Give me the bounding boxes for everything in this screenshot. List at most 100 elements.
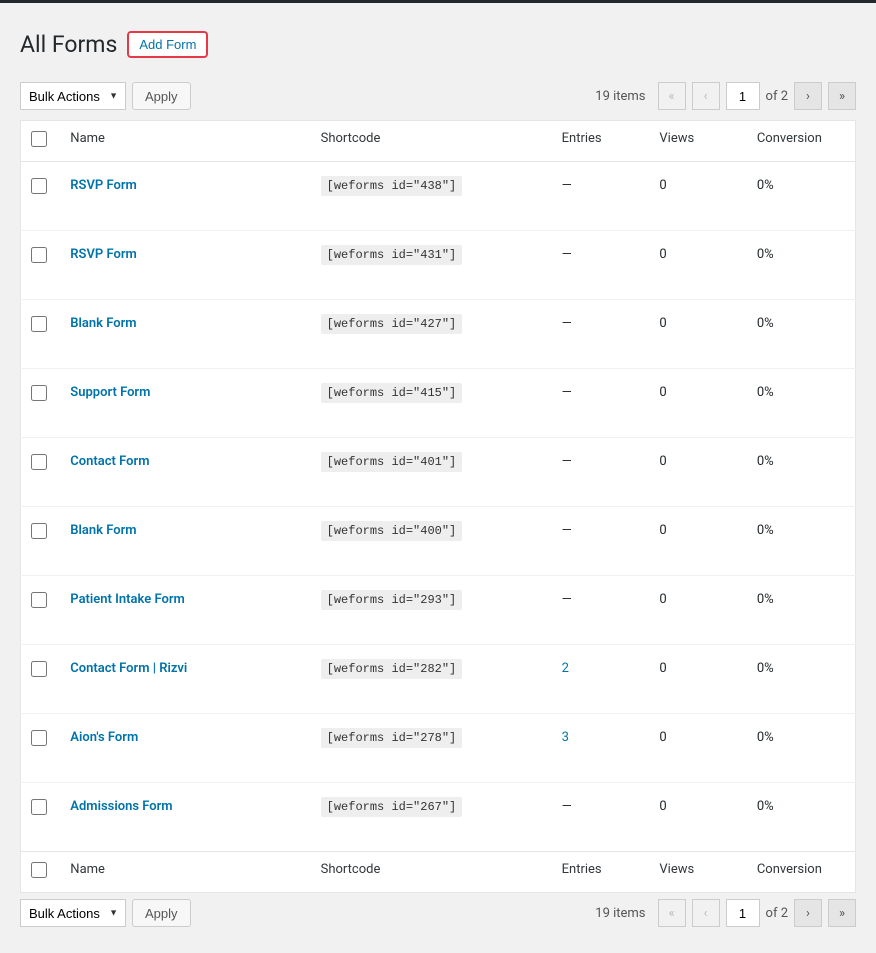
table-row: Blank Form [weforms id="400"] — 0 0% [21, 507, 856, 576]
conversion-value: 0% [757, 178, 774, 193]
form-shortcode[interactable]: [weforms id="427"] [321, 314, 463, 334]
conversion-value: 0% [757, 454, 774, 469]
row-checkbox[interactable] [31, 385, 47, 401]
col-footer-entries: Entries [552, 852, 650, 893]
pagination-prev: ‹ [692, 82, 720, 110]
row-checkbox[interactable] [31, 799, 47, 815]
pagination-of-text-bottom: of 2 [766, 906, 788, 921]
row-checkbox[interactable] [31, 730, 47, 746]
conversion-value: 0% [757, 799, 774, 814]
entries-value: — [562, 454, 572, 469]
form-shortcode[interactable]: [weforms id="438"] [321, 176, 463, 196]
entries-value: — [562, 316, 572, 331]
pagination-last[interactable]: » [828, 82, 856, 110]
views-value: 0 [659, 316, 666, 331]
form-shortcode[interactable]: [weforms id="267"] [321, 797, 463, 817]
col-header-entries: Entries [552, 121, 650, 162]
form-name-link[interactable]: Support Form [70, 385, 150, 400]
views-value: 0 [659, 454, 666, 469]
form-name-link[interactable]: RSVP Form [70, 247, 137, 262]
select-all-bottom[interactable] [31, 862, 47, 878]
form-shortcode[interactable]: [weforms id="278"] [321, 728, 463, 748]
form-name-link[interactable]: Blank Form [70, 316, 136, 331]
views-value: 0 [659, 661, 666, 676]
table-row: Contact Form | Rizvi [weforms id="282"] … [21, 645, 856, 714]
pagination-prev-bottom: ‹ [692, 899, 720, 927]
form-name-link[interactable]: Contact Form | Rizvi [70, 661, 187, 676]
pagination-of-text: of 2 [766, 89, 788, 104]
form-name-link[interactable]: Blank Form [70, 523, 136, 538]
col-header-views: Views [649, 121, 746, 162]
page-title: All Forms [20, 31, 117, 58]
entries-value: — [562, 799, 572, 814]
pagination-next-bottom[interactable]: › [794, 899, 822, 927]
entries-link[interactable]: 3 [562, 730, 569, 745]
bulk-apply-button-top[interactable]: Apply [132, 82, 191, 110]
views-value: 0 [659, 385, 666, 400]
entries-link[interactable]: 2 [562, 661, 569, 676]
pagination-current-input[interactable] [726, 82, 760, 110]
table-row: Blank Form [weforms id="427"] — 0 0% [21, 300, 856, 369]
views-value: 0 [659, 592, 666, 607]
form-name-link[interactable]: Aion's Form [70, 730, 138, 745]
entries-value: — [562, 523, 572, 538]
pagination-last-bottom[interactable]: » [828, 899, 856, 927]
views-value: 0 [659, 730, 666, 745]
row-checkbox[interactable] [31, 661, 47, 677]
row-checkbox[interactable] [31, 592, 47, 608]
forms-table: Name Shortcode Entries Views Conversion … [20, 120, 856, 893]
table-row: RSVP Form [weforms id="438"] — 0 0% [21, 162, 856, 231]
row-checkbox[interactable] [31, 316, 47, 332]
bulk-apply-button-bottom[interactable]: Apply [132, 899, 191, 927]
form-shortcode[interactable]: [weforms id="293"] [321, 590, 463, 610]
row-checkbox[interactable] [31, 523, 47, 539]
conversion-value: 0% [757, 592, 774, 607]
col-header-conversion: Conversion [747, 121, 856, 162]
form-name-link[interactable]: Contact Form [70, 454, 149, 469]
bulk-action-select-top[interactable]: Bulk Actions [20, 82, 126, 110]
pagination-first: « [658, 82, 686, 110]
table-row: Aion's Form [weforms id="278"] 3 0 0% [21, 714, 856, 783]
pagination-top: 19 items « ‹ of 2 › » [595, 82, 856, 110]
col-footer-shortcode: Shortcode [311, 852, 552, 893]
entries-value: — [562, 385, 572, 400]
form-shortcode[interactable]: [weforms id="401"] [321, 452, 463, 472]
form-shortcode[interactable]: [weforms id="400"] [321, 521, 463, 541]
row-checkbox[interactable] [31, 454, 47, 470]
col-footer-name[interactable]: Name [60, 852, 310, 893]
row-checkbox[interactable] [31, 247, 47, 263]
tablenav-bottom: Bulk Actions Apply 19 items « ‹ of 2 › » [20, 893, 856, 933]
table-row: Admissions Form [weforms id="267"] — 0 0… [21, 783, 856, 852]
pagination-next[interactable]: › [794, 82, 822, 110]
table-row: Support Form [weforms id="415"] — 0 0% [21, 369, 856, 438]
views-value: 0 [659, 247, 666, 262]
conversion-value: 0% [757, 316, 774, 331]
pagination-current-input-bottom[interactable] [726, 899, 760, 927]
pagination-count-bottom: 19 items [595, 906, 645, 921]
conversion-value: 0% [757, 247, 774, 262]
col-header-name[interactable]: Name [60, 121, 310, 162]
entries-value: — [562, 247, 572, 262]
entries-value: — [562, 178, 572, 193]
pagination-bottom: 19 items « ‹ of 2 › » [595, 899, 856, 927]
page-header: All Forms Add Form [20, 31, 856, 58]
form-name-link[interactable]: Patient Intake Form [70, 592, 185, 607]
entries-value: — [562, 592, 572, 607]
form-name-link[interactable]: Admissions Form [70, 799, 172, 814]
tablenav-top: Bulk Actions Apply 19 items « ‹ of 2 › » [20, 76, 856, 116]
table-row: RSVP Form [weforms id="431"] — 0 0% [21, 231, 856, 300]
form-shortcode[interactable]: [weforms id="415"] [321, 383, 463, 403]
conversion-value: 0% [757, 730, 774, 745]
form-shortcode[interactable]: [weforms id="431"] [321, 245, 463, 265]
bulk-action-select-bottom[interactable]: Bulk Actions [20, 899, 126, 927]
add-form-button[interactable]: Add Form [127, 31, 208, 58]
views-value: 0 [659, 178, 666, 193]
row-checkbox[interactable] [31, 178, 47, 194]
form-shortcode[interactable]: [weforms id="282"] [321, 659, 463, 679]
col-footer-views: Views [649, 852, 746, 893]
table-row: Patient Intake Form [weforms id="293"] —… [21, 576, 856, 645]
select-all-top[interactable] [31, 131, 47, 147]
col-header-shortcode: Shortcode [311, 121, 552, 162]
form-name-link[interactable]: RSVP Form [70, 178, 137, 193]
views-value: 0 [659, 799, 666, 814]
